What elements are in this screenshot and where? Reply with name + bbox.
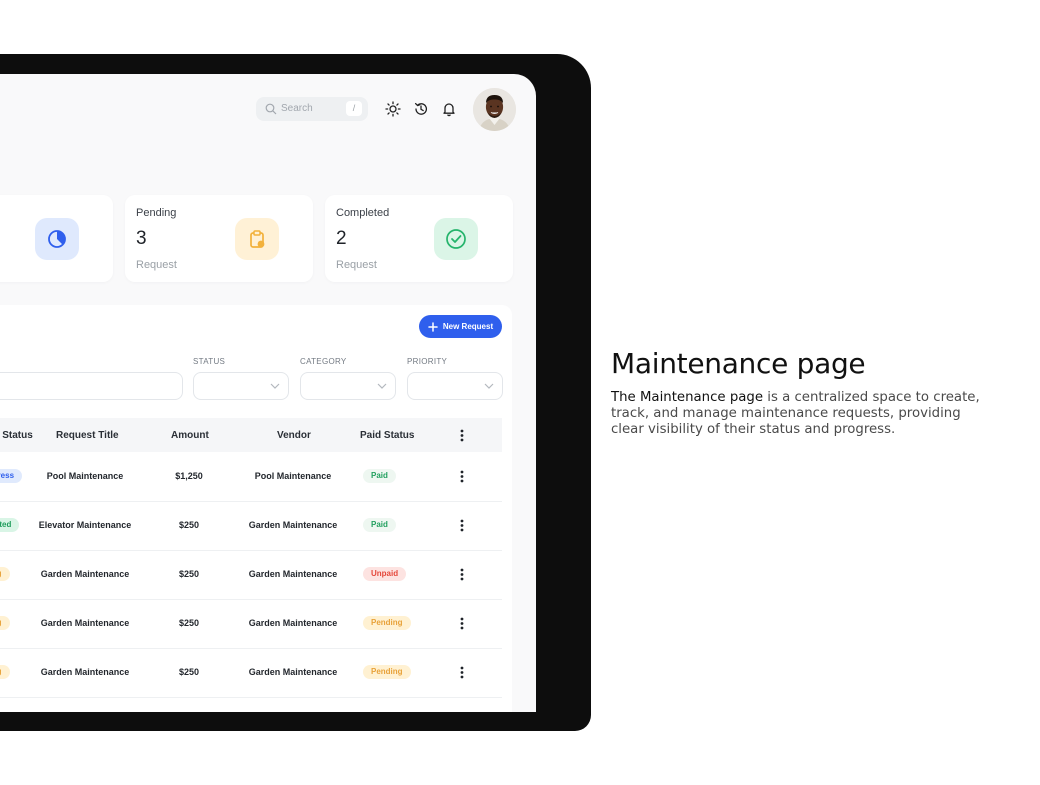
more-options-icon[interactable] — [460, 429, 464, 442]
table-row[interactable]: PendingGarden Maintenance$250Garden Main… — [0, 550, 502, 600]
page-description: The Maintenance page is a centralized sp… — [611, 390, 991, 438]
table-row[interactable]: PendingGarden Maintenance$250Garden Main… — [0, 648, 502, 698]
description-lead: The Maintenance page — [611, 390, 764, 405]
stat-icon-box — [235, 218, 279, 260]
stat-card-pending: Pending 3 Request — [125, 195, 313, 282]
vendor: Garden Maintenance — [248, 667, 338, 677]
vendor: Garden Maintenance — [248, 618, 338, 628]
category-select[interactable] — [300, 372, 396, 400]
pie-icon — [48, 230, 66, 248]
row-actions-icon[interactable] — [460, 617, 464, 630]
chevron-down-icon — [484, 383, 494, 389]
paid-status-badge: Unpaid — [363, 567, 407, 581]
filter-label-status: STATUS — [193, 357, 226, 366]
tablet-frame: Search / Pending 3 Request Completed 2 R… — [0, 54, 591, 731]
check-circle-icon — [446, 229, 466, 249]
paid-status-badge: Pending — [363, 616, 411, 630]
status-select[interactable] — [193, 372, 289, 400]
paid-status-badge: Paid — [363, 469, 396, 483]
stat-value: 3 — [136, 228, 147, 249]
vendor: Garden Maintenance — [248, 569, 338, 579]
column-header[interactable]: Request Title — [56, 430, 119, 441]
new-request-button[interactable]: New Request — [419, 315, 502, 338]
vendor: Garden Maintenance — [248, 520, 338, 530]
column-header[interactable]: Vendor — [277, 430, 311, 441]
table-row[interactable]: CompletedElevator Maintenance$250Garden … — [0, 501, 502, 551]
request-status-badge: Pending — [0, 616, 10, 630]
table-row[interactable]: In ProgressPool Maintenance$1,250Pool Ma… — [0, 452, 502, 502]
column-header[interactable]: Paid Status — [360, 430, 414, 441]
search-placeholder: Search — [281, 103, 313, 114]
requests-panel: New Request STATUS CATEGORY PRIORITY Req… — [0, 305, 512, 712]
stat-sub: Request — [336, 259, 377, 271]
row-actions-icon[interactable] — [460, 519, 464, 532]
request-status-badge: Pending — [0, 567, 10, 581]
sun-icon[interactable] — [385, 101, 401, 117]
stat-label: Pending — [136, 207, 177, 219]
filter-label-category: CATEGORY — [300, 357, 347, 366]
priority-select[interactable] — [407, 372, 503, 400]
stat-card-in-progress: ogress uest — [0, 195, 113, 282]
clipboard-icon — [250, 230, 265, 248]
row-actions-icon[interactable] — [460, 470, 464, 483]
paid-status-badge: Pending — [363, 665, 411, 679]
page-title: Maintenance page — [611, 347, 866, 380]
chevron-down-icon — [270, 383, 280, 389]
search-shortcut-key: / — [346, 101, 362, 116]
avatar[interactable] — [473, 88, 516, 131]
stat-icon-box — [35, 218, 79, 260]
row-actions-icon[interactable] — [460, 568, 464, 581]
search-icon — [265, 103, 277, 115]
new-request-label: New Request — [442, 322, 494, 331]
request-status-badge: Pending — [0, 665, 10, 679]
user-photo — [473, 88, 516, 131]
stat-label: Completed — [336, 207, 390, 219]
app-screen: Search / Pending 3 Request Completed 2 R… — [0, 74, 536, 712]
plus-icon — [428, 321, 438, 332]
table-row[interactable]: PendingGarden Maintenance$250Garden Main… — [0, 599, 502, 649]
paid-status-badge: Paid — [363, 518, 396, 532]
row-actions-icon[interactable] — [460, 666, 464, 679]
vendor: Pool Maintenance — [254, 471, 332, 481]
stat-icon-box — [434, 218, 478, 260]
table-header: Request Status Request Title Amount Vend… — [0, 418, 502, 452]
chevron-down-icon — [377, 383, 387, 389]
stat-value: 2 — [336, 228, 347, 249]
bell-icon[interactable] — [441, 101, 457, 117]
column-header[interactable]: Request Status — [0, 430, 33, 441]
filter-label-priority: PRIORITY — [407, 357, 448, 366]
history-icon[interactable] — [413, 101, 429, 117]
search-filter-input[interactable] — [0, 372, 183, 400]
stat-sub: Request — [136, 259, 177, 271]
search-input[interactable]: Search / — [256, 97, 368, 121]
stat-card-completed: Completed 2 Request — [325, 195, 513, 282]
column-header[interactable]: Amount — [171, 430, 209, 441]
